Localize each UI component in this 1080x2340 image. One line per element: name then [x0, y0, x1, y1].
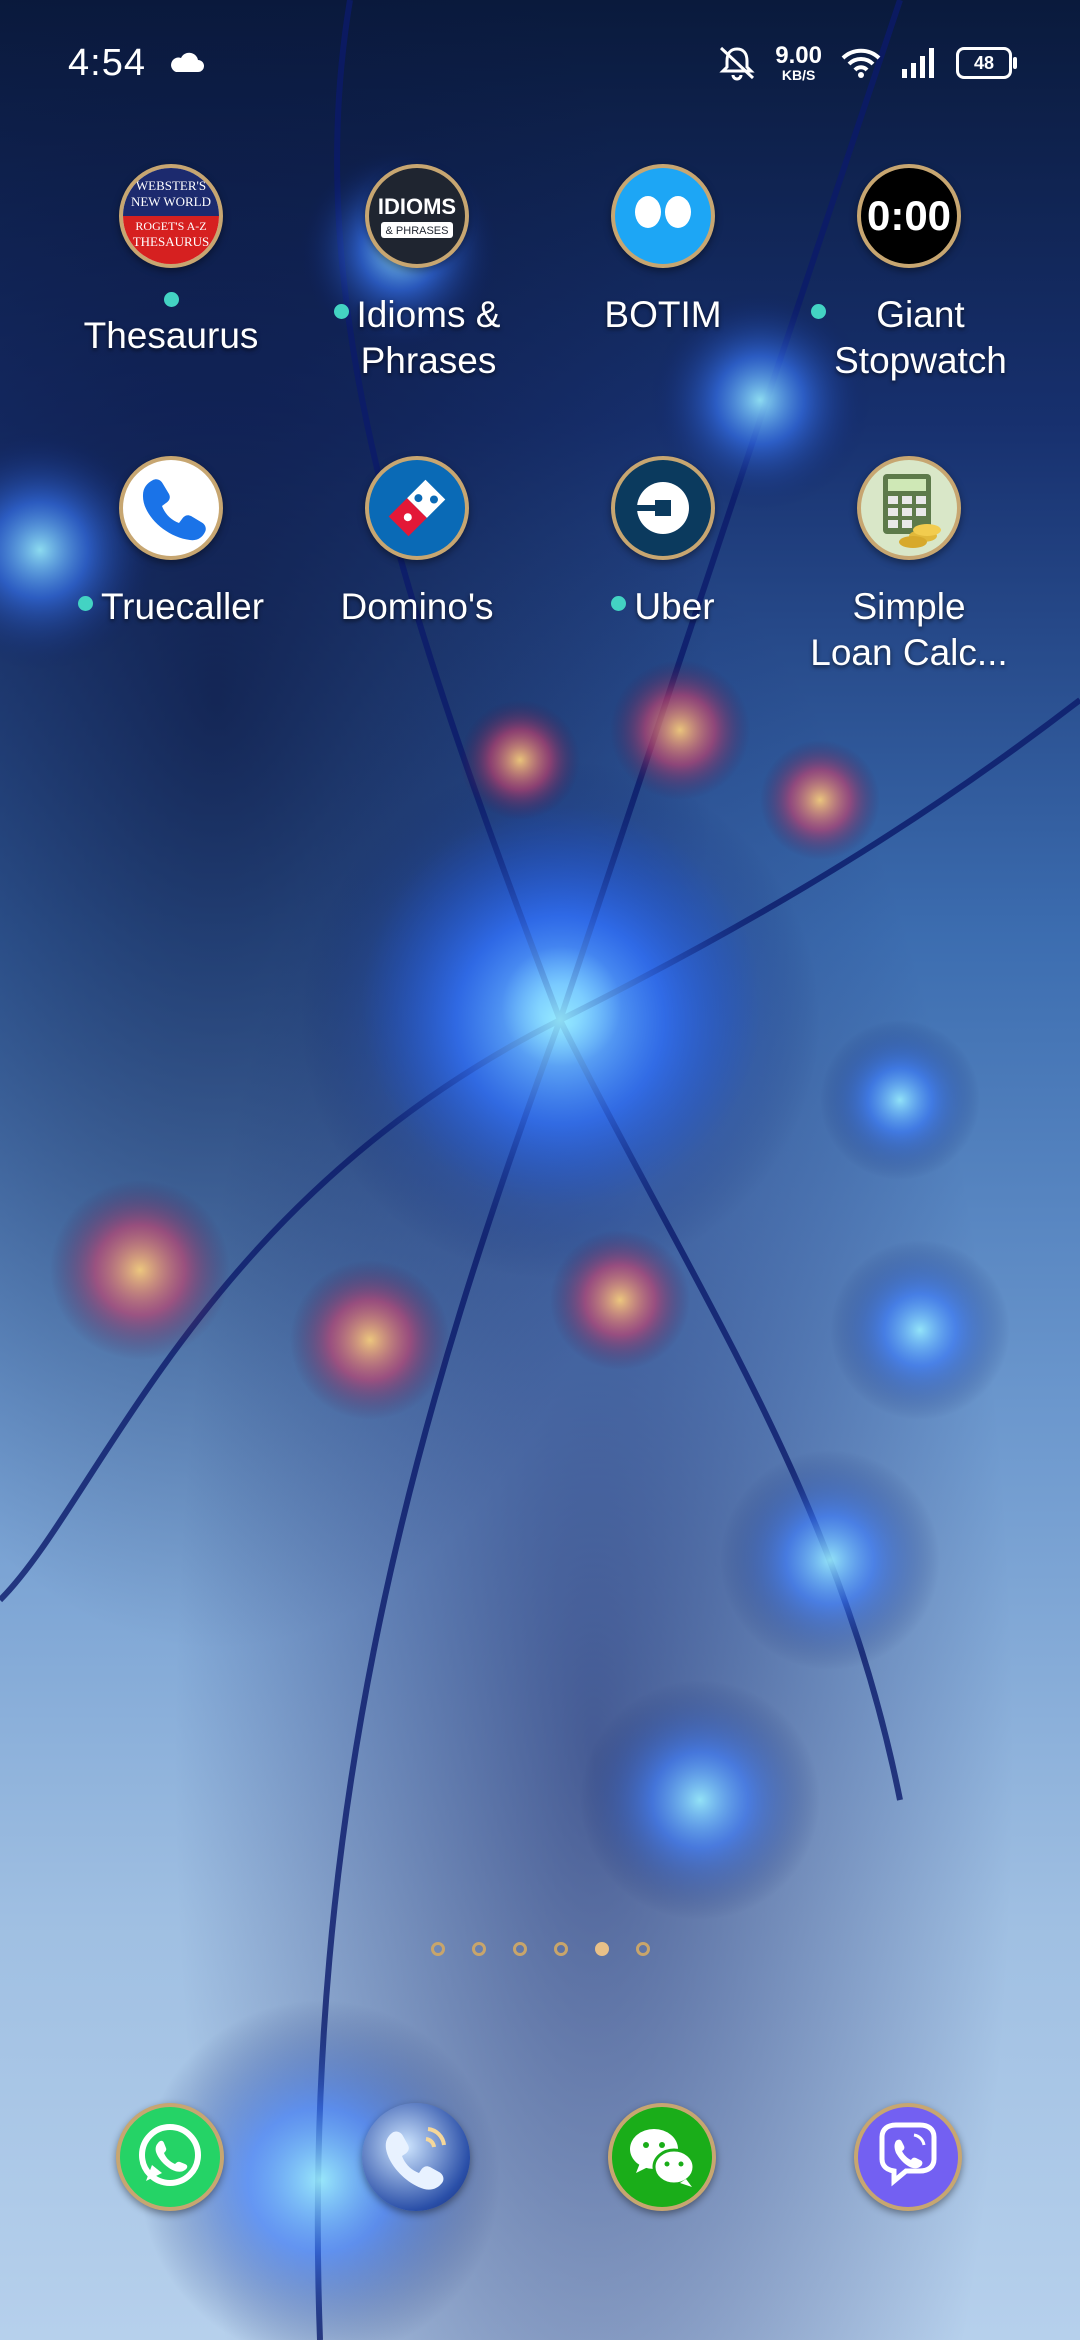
new-install-dot: [811, 304, 827, 319]
stopwatch-icon: 0:00: [857, 164, 961, 268]
status-icons: 9.00 KB/S 48: [717, 42, 1017, 83]
idioms-icon-text-1: IDIOMS: [378, 194, 456, 219]
page-dot[interactable]: [471, 1942, 486, 1956]
battery-icon: 48: [956, 47, 1017, 79]
phone-icon: [119, 456, 223, 560]
app-uber[interactable]: Uber: [538, 456, 788, 630]
network-speed-unit: KB/S: [781, 67, 816, 83]
page-dot[interactable]: [553, 1942, 568, 1956]
phone-dialer-icon: [362, 2103, 470, 2211]
app-giant-stopwatch[interactable]: 0:00 Giant Stopwatch: [784, 164, 1034, 384]
battery-level: 48: [973, 52, 995, 73]
network-speed-value: 9.00: [775, 42, 822, 69]
app-label: Truecaller: [100, 586, 265, 627]
botim-icon: [611, 164, 715, 268]
app-idioms-phrases[interactable]: IDIOMS & PHRASES Idioms & Phrases: [292, 164, 542, 384]
app-label: Simple Loan Calc...: [810, 586, 1008, 673]
page-indicator: [0, 1942, 1080, 1956]
wifi-icon: [841, 48, 881, 78]
calculator-icon: [857, 456, 961, 560]
stopwatch-icon-text: 0:00: [867, 192, 951, 239]
dock-viber[interactable]: [854, 2103, 962, 2211]
page-dot[interactable]: [430, 1942, 445, 1956]
idioms-icon-text-2: & PHRASES: [386, 225, 449, 237]
uber-icon: [611, 456, 715, 560]
status-bar: 4:54 9.00 KB/S 48: [0, 0, 1080, 130]
page-dot[interactable]: [635, 1942, 650, 1956]
cloud-icon: [171, 52, 204, 72]
app-label: Giant Stopwatch: [834, 294, 1007, 381]
thesaurus-icon-text-3: ROGET'S A-Z: [135, 219, 206, 233]
app-simple-loan-calc[interactable]: Simple Loan Calc...: [784, 456, 1034, 676]
dock-wechat[interactable]: [608, 2103, 716, 2211]
app-thesaurus[interactable]: WEBSTER'S NEW WORLD ROGET'S A-Z THESAURU…: [46, 164, 296, 359]
thesaurus-book-icon: WEBSTER'S NEW WORLD ROGET'S A-Z THESAURU…: [119, 164, 223, 268]
new-install-dot: [333, 304, 349, 319]
app-botim[interactable]: BOTIM: [538, 164, 788, 338]
thesaurus-icon-text-4: THESAURUS: [133, 234, 210, 249]
dock-whatsapp[interactable]: [116, 2103, 224, 2211]
new-install-dot: [611, 596, 627, 611]
new-install-dot: [77, 596, 93, 611]
idioms-icon: IDIOMS & PHRASES: [365, 164, 469, 268]
dock-phone[interactable]: [362, 2103, 470, 2211]
new-install-dot: [163, 292, 179, 307]
signal-icon: [902, 48, 934, 78]
app-truecaller[interactable]: Truecaller: [46, 456, 296, 630]
status-time: 4:54: [68, 42, 146, 84]
page-dot-active[interactable]: [594, 1942, 609, 1956]
app-label: Domino's: [340, 586, 494, 627]
page-dot[interactable]: [512, 1942, 527, 1956]
app-label: Idioms & Phrases: [356, 294, 501, 381]
thesaurus-icon-text-2: NEW WORLD: [131, 194, 211, 209]
network-speed: 9.00 KB/S: [775, 42, 822, 83]
thesaurus-icon-text-1: WEBSTER'S: [136, 178, 206, 193]
app-label: Thesaurus: [83, 315, 259, 356]
wechat-icon: [608, 2103, 716, 2211]
viber-icon: [854, 2103, 962, 2211]
app-label: BOTIM: [604, 294, 722, 335]
mute-bell-icon: [719, 46, 755, 81]
whatsapp-icon: [116, 2103, 224, 2211]
dominos-icon: [365, 456, 469, 560]
app-label: Uber: [634, 586, 715, 627]
app-dominos[interactable]: Domino's: [292, 456, 542, 630]
